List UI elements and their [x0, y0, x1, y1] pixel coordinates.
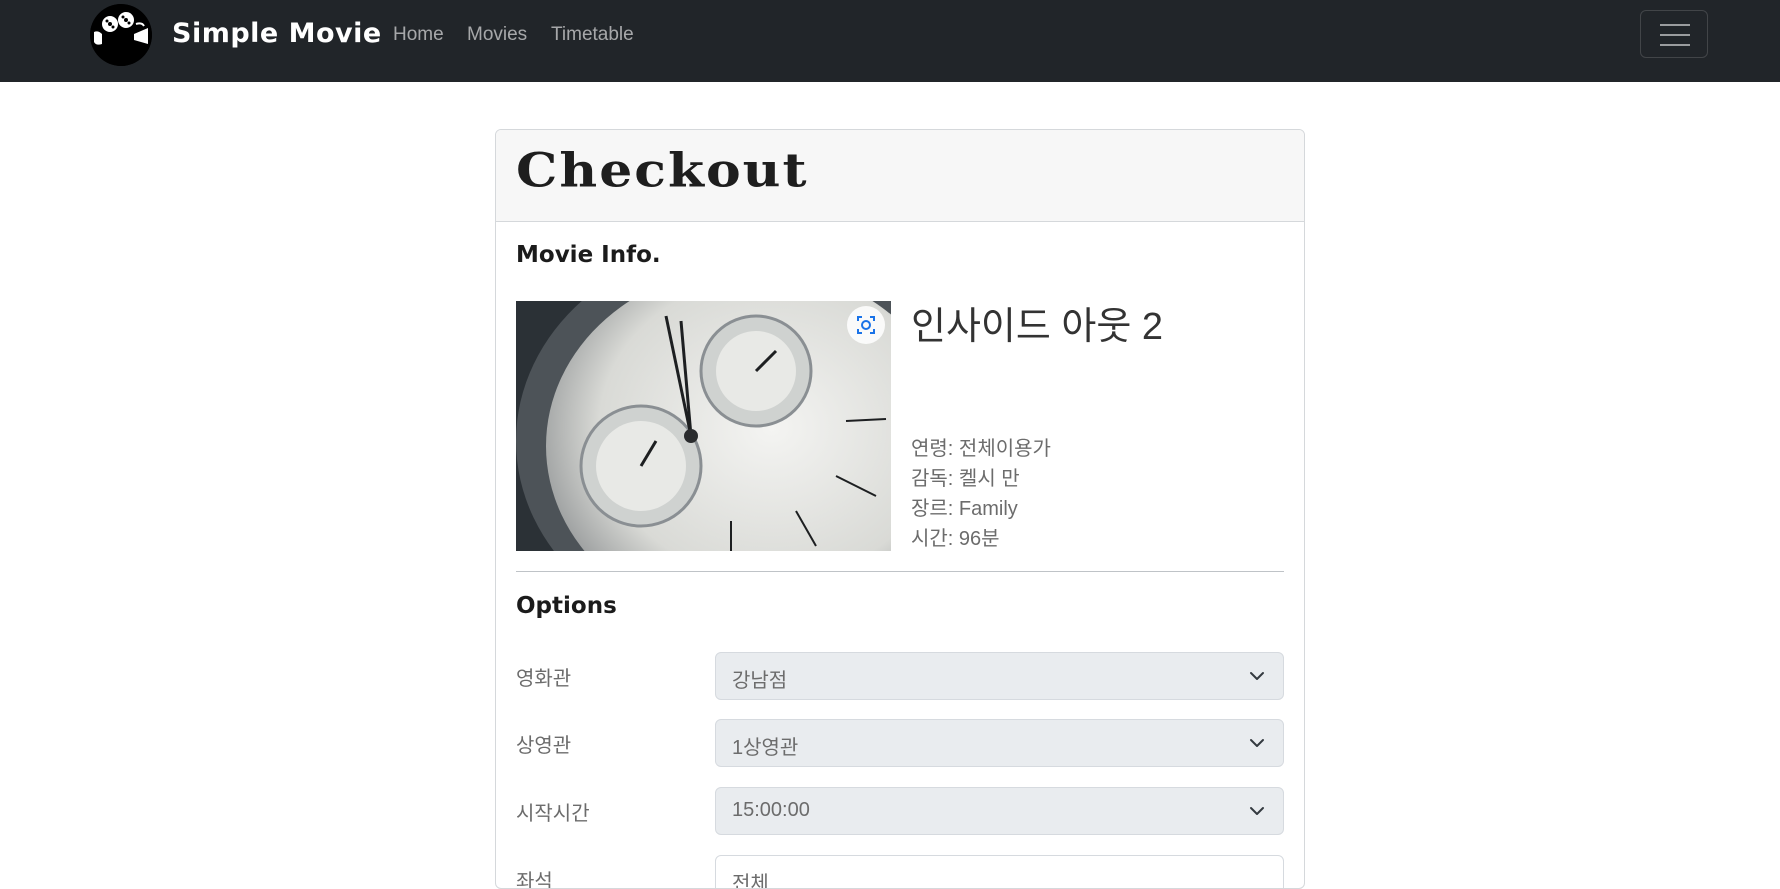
movie-info-heading: Movie Info. [516, 242, 661, 268]
options-heading: Options [516, 593, 617, 619]
seat-label: 좌석 [516, 871, 553, 889]
start-time-label: 시작시간 [516, 803, 590, 825]
nav-link-home[interactable]: Home [393, 24, 444, 46]
movie-poster-image [516, 301, 891, 551]
movie-genre: 장르: Family [911, 498, 1018, 520]
page-title: Checkout [516, 143, 809, 198]
movie-title: 인사이드 아웃 2 [911, 306, 1164, 348]
checkout-card-header: Checkout [496, 130, 1304, 222]
nav-link-timetable[interactable]: Timetable [551, 24, 634, 46]
chevron-down-icon [1249, 735, 1265, 751]
checkout-card: Checkout Movie Info. 인사이드 아웃 2 연령: 전체이용가… [495, 129, 1305, 889]
chevron-down-icon [1249, 668, 1265, 684]
cinema-select[interactable]: 강남점 [715, 652, 1284, 700]
start-time-select-value: 15:00:00 [732, 799, 810, 821]
nav-link-movies[interactable]: Movies [467, 24, 527, 46]
cinema-label: 영화관 [516, 668, 572, 690]
brand-name[interactable]: Simple Movie [172, 18, 382, 49]
navbar-toggler-button[interactable] [1640, 10, 1708, 58]
movie-runtime: 시간: 96분 [911, 528, 1000, 550]
visual-search-lens-icon[interactable] [847, 306, 885, 344]
screen-select-value: 1상영관 [732, 737, 799, 759]
hamburger-menu-icon [1660, 24, 1690, 26]
start-time-select[interactable]: 15:00:00 [715, 787, 1284, 835]
chevron-down-icon [1249, 803, 1265, 819]
section-divider [516, 571, 1284, 572]
film-camera-logo-icon[interactable] [90, 4, 152, 66]
cinema-select-value: 강남점 [732, 670, 788, 692]
seat-select-value: 전체 [732, 873, 769, 889]
movie-director: 감독: 켈시 만 [911, 468, 1020, 490]
seat-select[interactable]: 전체 [715, 855, 1284, 889]
screen-label: 상영관 [516, 735, 572, 757]
screen-select[interactable]: 1상영관 [715, 719, 1284, 767]
movie-age-rating: 연령: 전체이용가 [911, 438, 1051, 460]
top-navbar: Simple Movie Home Movies Timetable [0, 0, 1780, 82]
